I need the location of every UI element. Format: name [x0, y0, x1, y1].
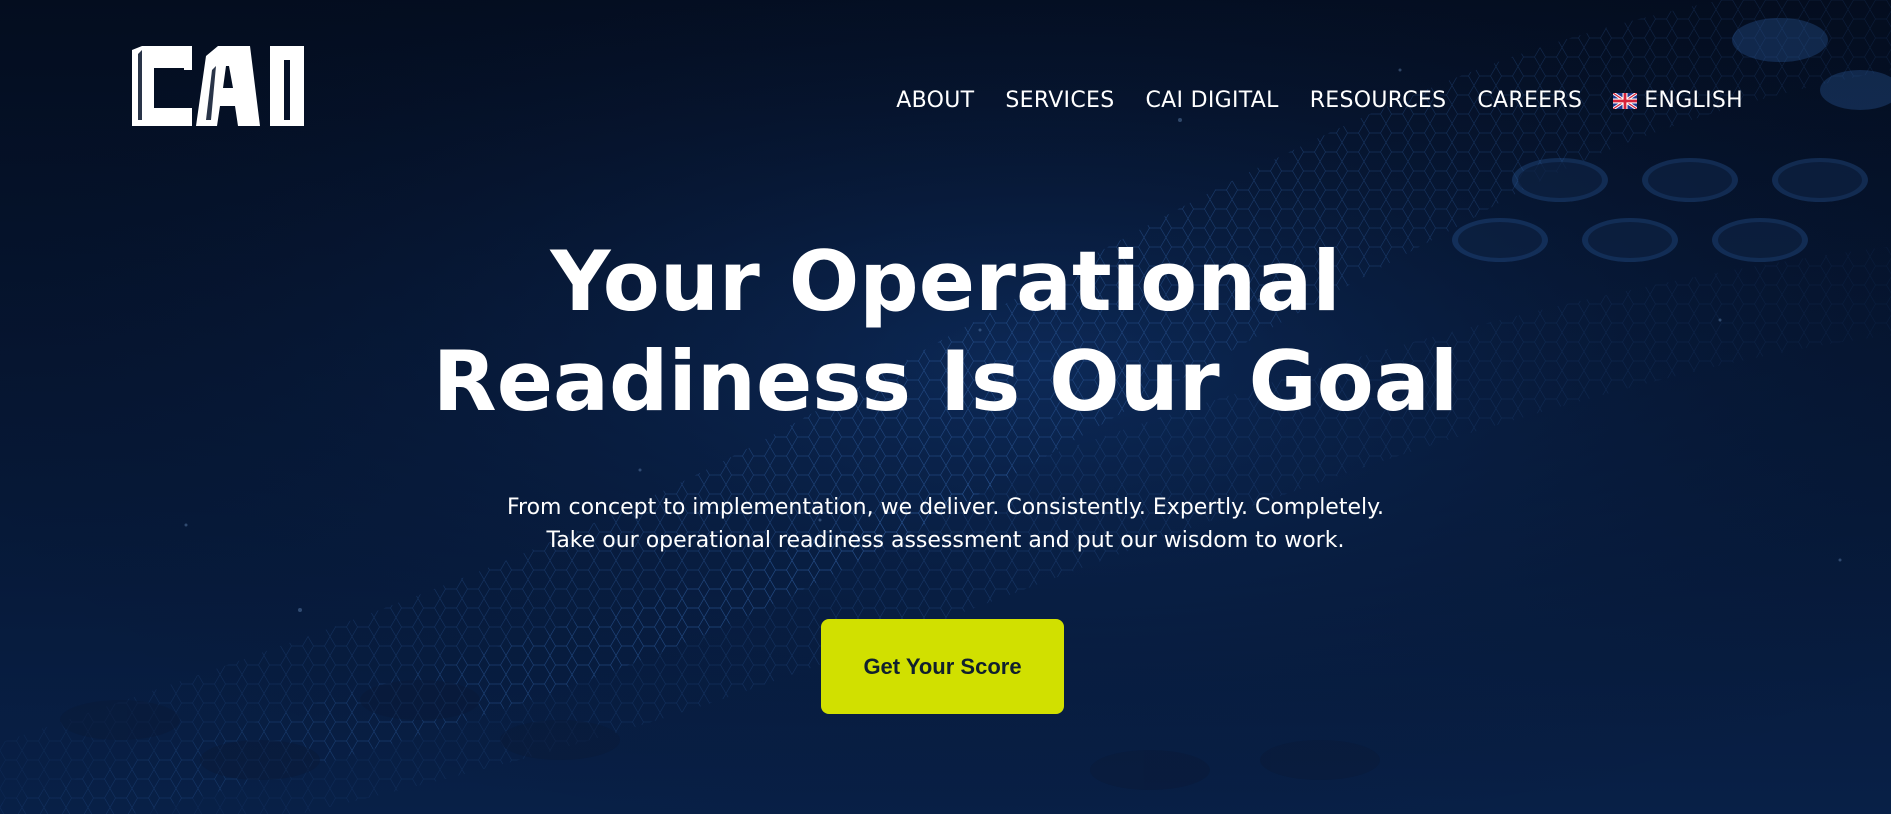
hero-subtext-line-1: From concept to implementation, we deliv… — [506, 495, 1384, 520]
uk-flag-icon — [1613, 92, 1638, 109]
get-your-score-button[interactable]: Get Your Score — [821, 619, 1064, 714]
nav-item-label: CAREERS — [1477, 88, 1583, 113]
nav-item-label: RESOURCES — [1309, 88, 1447, 113]
nav-item-label: CAI DIGITAL — [1145, 88, 1279, 113]
nav-item-careers[interactable]: CAREERS — [1477, 88, 1582, 113]
hero-headline-line-1: Your Operational — [550, 233, 1341, 330]
hero-subtext: From concept to implementation, we deliv… — [0, 491, 1891, 557]
nav-item-cai-digital[interactable]: CAI DIGITAL — [1145, 88, 1278, 113]
language-selector[interactable]: ENGLISH — [1613, 88, 1743, 113]
nav-item-label: ABOUT — [896, 88, 975, 113]
hero-headline-line-2: Readiness Is Our Goal — [432, 333, 1459, 430]
hero-subtext-line-2: Take our operational readiness assessmen… — [546, 528, 1345, 553]
hero-section: ABOUT SERVICES CAI DIGITAL RESOURCES CAR… — [0, 0, 1891, 814]
language-label: ENGLISH — [1644, 88, 1743, 113]
nav-item-resources[interactable]: RESOURCES — [1310, 88, 1447, 113]
nav-item-services[interactable]: SERVICES — [1005, 88, 1114, 113]
cai-logo[interactable] — [132, 40, 308, 128]
nav-item-label: SERVICES — [1005, 88, 1115, 113]
nav-item-about[interactable]: ABOUT — [896, 88, 974, 113]
main-nav: ABOUT SERVICES CAI DIGITAL RESOURCES CAR… — [896, 88, 1743, 113]
hero-headline: Your Operational Readiness Is Our Goal — [0, 232, 1891, 432]
